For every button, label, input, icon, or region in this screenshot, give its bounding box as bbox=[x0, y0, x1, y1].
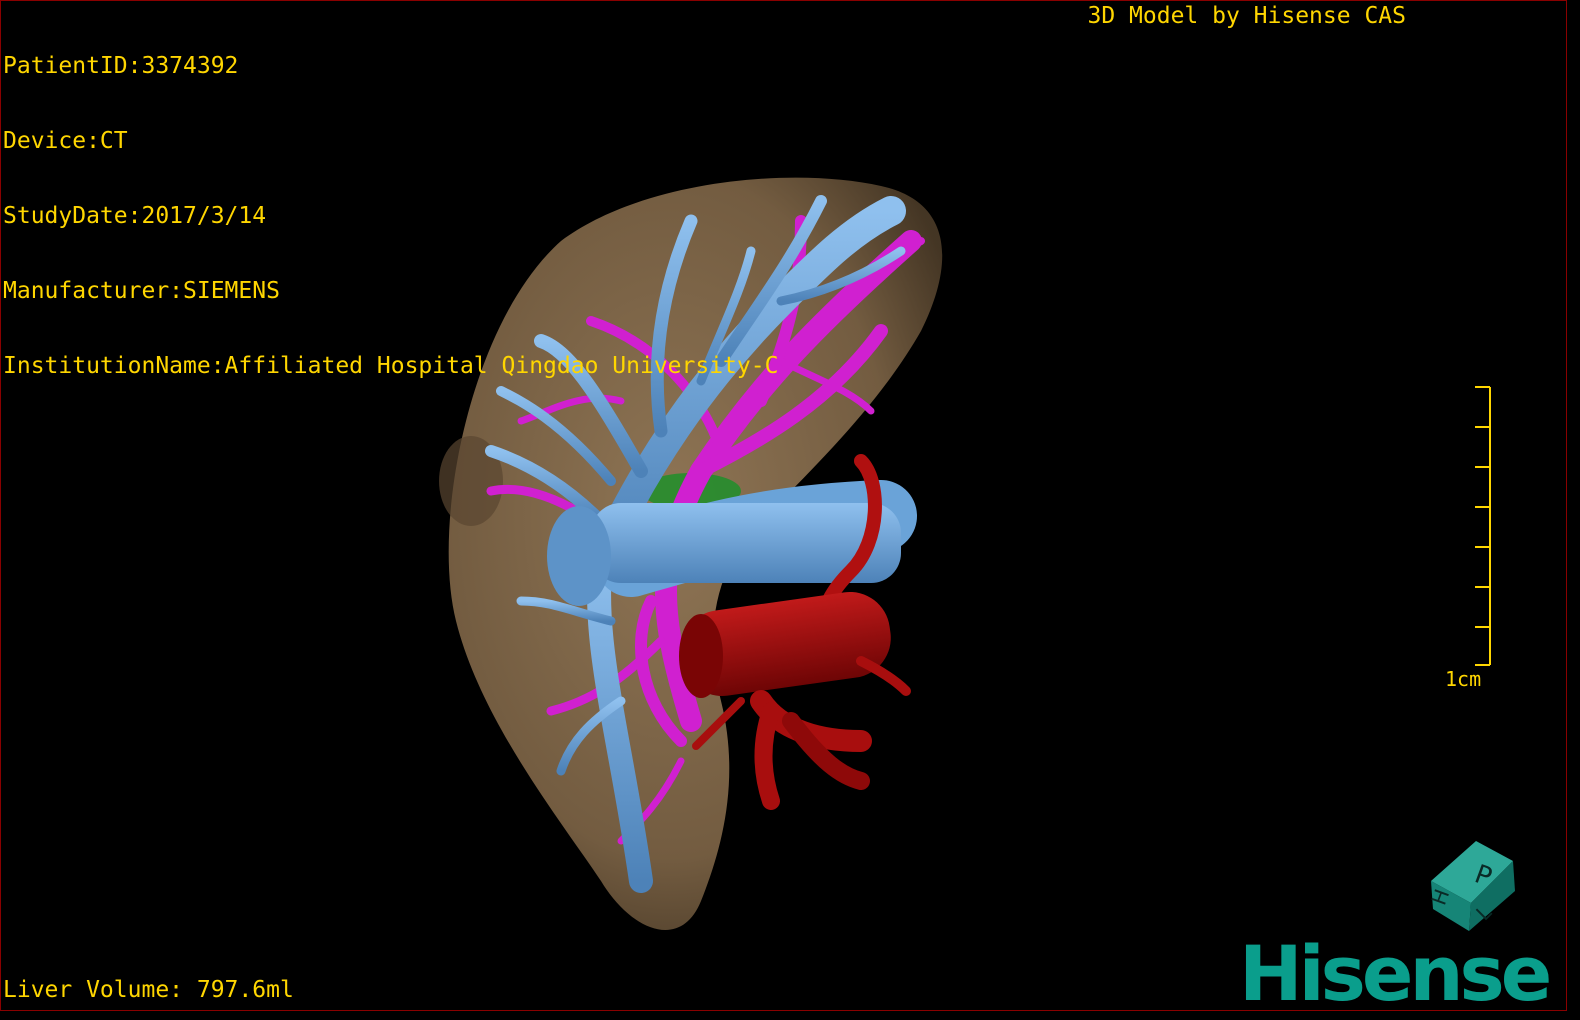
portal-vein-cut bbox=[547, 506, 611, 606]
hisense-logo: Hisense bbox=[1239, 929, 1552, 1011]
manufacturer: Manufacturer:SIEMENS bbox=[3, 278, 280, 304]
dicom-info: PatientID:3374392 Device:CT StudyDate:20… bbox=[3, 4, 778, 429]
render-viewport-frame: P H L PatientID:3374392 Device:CT StudyD… bbox=[0, 0, 1567, 1011]
model-credit: 3D Model by Hisense CAS bbox=[1087, 3, 1407, 29]
liver-volume: Liver Volume: 797.6ml bbox=[3, 977, 294, 1003]
device: Device:CT bbox=[3, 128, 128, 154]
study-date: StudyDate:2017/3/14 bbox=[3, 203, 267, 229]
scale-bar bbox=[1475, 386, 1491, 666]
patient-id: PatientID:3374392 bbox=[3, 53, 239, 79]
scale-bar-label: 1cm bbox=[1445, 667, 1482, 691]
institution-name: InstitutionName:Affiliated Hospital Qing… bbox=[3, 353, 779, 379]
orientation-cube[interactable]: P H L bbox=[1426, 841, 1515, 931]
